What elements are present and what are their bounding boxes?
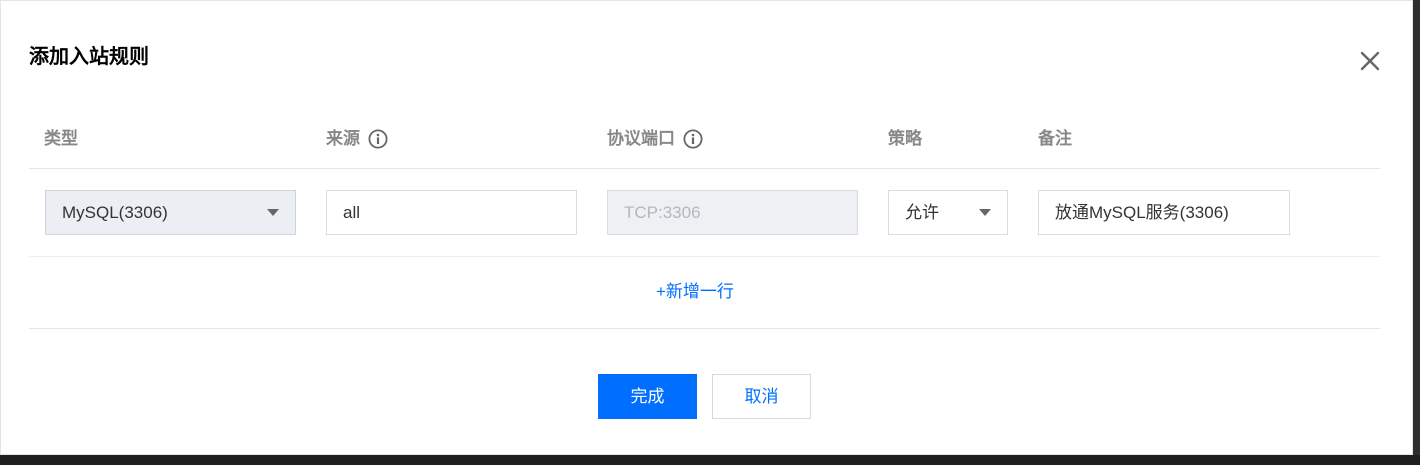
protocol-port-field: TCP:3306 bbox=[607, 190, 858, 235]
type-select-value: MySQL(3306) bbox=[62, 203, 168, 222]
column-header-remark-label: 备注 bbox=[1038, 129, 1072, 148]
column-header-protocol-port-label: 协议端口 bbox=[607, 129, 675, 148]
column-header-policy: 策略 bbox=[888, 128, 922, 150]
column-header-remark: 备注 bbox=[1038, 128, 1072, 150]
backdrop-bottom-strip bbox=[0, 455, 1420, 465]
source-info-icon[interactable] bbox=[368, 129, 388, 149]
column-header-source-label: 来源 bbox=[326, 129, 360, 148]
rule-table-header: 类型 来源 协议端口 策略 备注 bbox=[29, 111, 1380, 169]
policy-select-value: 允许 bbox=[905, 203, 939, 222]
column-header-policy-label: 策略 bbox=[888, 129, 922, 148]
confirm-button[interactable]: 完成 bbox=[598, 374, 697, 419]
protocol-port-value: TCP:3306 bbox=[624, 203, 701, 222]
column-header-type: 类型 bbox=[44, 128, 78, 150]
cancel-button[interactable]: 取消 bbox=[712, 374, 811, 419]
close-icon bbox=[1360, 51, 1380, 71]
chevron-down-icon bbox=[979, 209, 991, 216]
chevron-down-icon bbox=[267, 209, 279, 216]
column-header-source: 来源 bbox=[326, 128, 388, 150]
dialog-title: 添加入站规则 bbox=[29, 46, 149, 68]
protocol-port-info-icon[interactable] bbox=[683, 129, 703, 149]
remark-input-wrapper bbox=[1038, 190, 1290, 235]
column-header-protocol-port: 协议端口 bbox=[607, 128, 703, 150]
add-row-area: +新增一行 bbox=[29, 257, 1380, 329]
table-row: MySQL(3306) TCP:3306 允许 bbox=[29, 169, 1380, 257]
policy-select[interactable]: 允许 bbox=[888, 190, 1008, 235]
source-input-wrapper bbox=[326, 190, 577, 235]
type-select[interactable]: MySQL(3306) bbox=[45, 190, 296, 235]
close-button[interactable] bbox=[1356, 47, 1384, 75]
column-header-type-label: 类型 bbox=[44, 129, 78, 148]
remark-input[interactable] bbox=[1055, 191, 1289, 234]
source-input[interactable] bbox=[343, 191, 576, 234]
add-inbound-rule-dialog: 添加入站规则 类型 来源 协议端口 策略 备注 MySQL(3306) all … bbox=[0, 0, 1413, 455]
add-row-link[interactable]: +新增一行 bbox=[656, 280, 734, 304]
